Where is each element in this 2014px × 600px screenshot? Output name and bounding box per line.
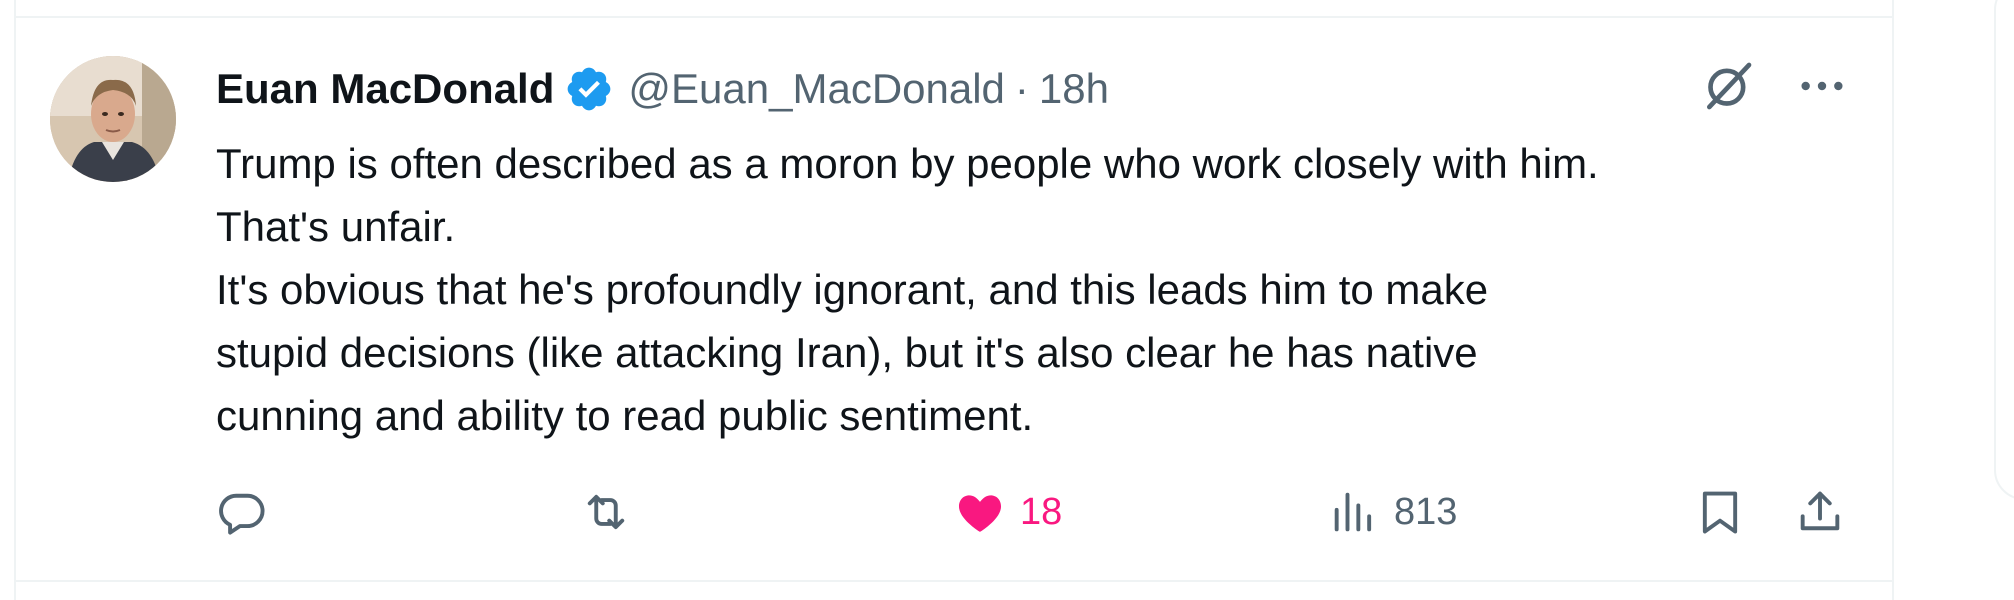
tweet-text: Trump is often described as a moron by p… — [216, 132, 1856, 447]
bookmark-button[interactable] — [1694, 482, 1746, 542]
header-separator: · — [1014, 65, 1029, 112]
views-chart-icon — [1334, 492, 1372, 532]
like-button[interactable]: 18 — [954, 482, 1062, 542]
author-handle[interactable]: @Euan_MacDonald — [628, 65, 1005, 113]
tweet-header: Euan MacDonald @Euan_MacDonald · 18h — [216, 62, 1109, 116]
reply-icon — [219, 493, 265, 535]
retweet-icon — [587, 494, 625, 530]
tweet-action-bar: 18 813 — [216, 482, 1856, 542]
share-button[interactable] — [1794, 482, 1846, 542]
views-button[interactable]: 813 — [1328, 482, 1457, 542]
reply-button[interactable] — [216, 482, 282, 542]
heart-icon — [958, 495, 1002, 532]
views-count: 813 — [1394, 490, 1458, 533]
grok-icon[interactable] — [1700, 58, 1756, 114]
tweet-text-line: That's unfair. — [216, 203, 456, 250]
tweet-timestamp[interactable]: 18h — [1039, 65, 1109, 113]
tweet-text-line: cunning and ability to read public senti… — [216, 392, 1034, 439]
sidebar-panel-edge — [1994, 0, 2014, 500]
avatar-image — [50, 56, 176, 182]
tweet-text-line: Trump is often described as a moron by p… — [216, 140, 1599, 187]
more-dots-icon[interactable] — [1794, 58, 1850, 114]
verified-badge-icon[interactable] — [564, 64, 614, 114]
author-name[interactable]: Euan MacDonald — [216, 65, 554, 113]
tweet-text-line: stupid decisions (like attacking Iran), … — [216, 329, 1478, 376]
divider-bottom — [16, 580, 1892, 582]
divider-top — [16, 16, 1892, 18]
bookmark-icon — [1702, 491, 1738, 534]
share-icon — [1800, 491, 1840, 531]
like-count: 18 — [1020, 490, 1063, 533]
tweet-text-line: It's obvious that he's profoundly ignora… — [216, 266, 1489, 313]
avatar[interactable] — [50, 56, 176, 182]
retweet-button[interactable] — [580, 482, 646, 542]
tweet-top-actions — [1700, 58, 1850, 114]
